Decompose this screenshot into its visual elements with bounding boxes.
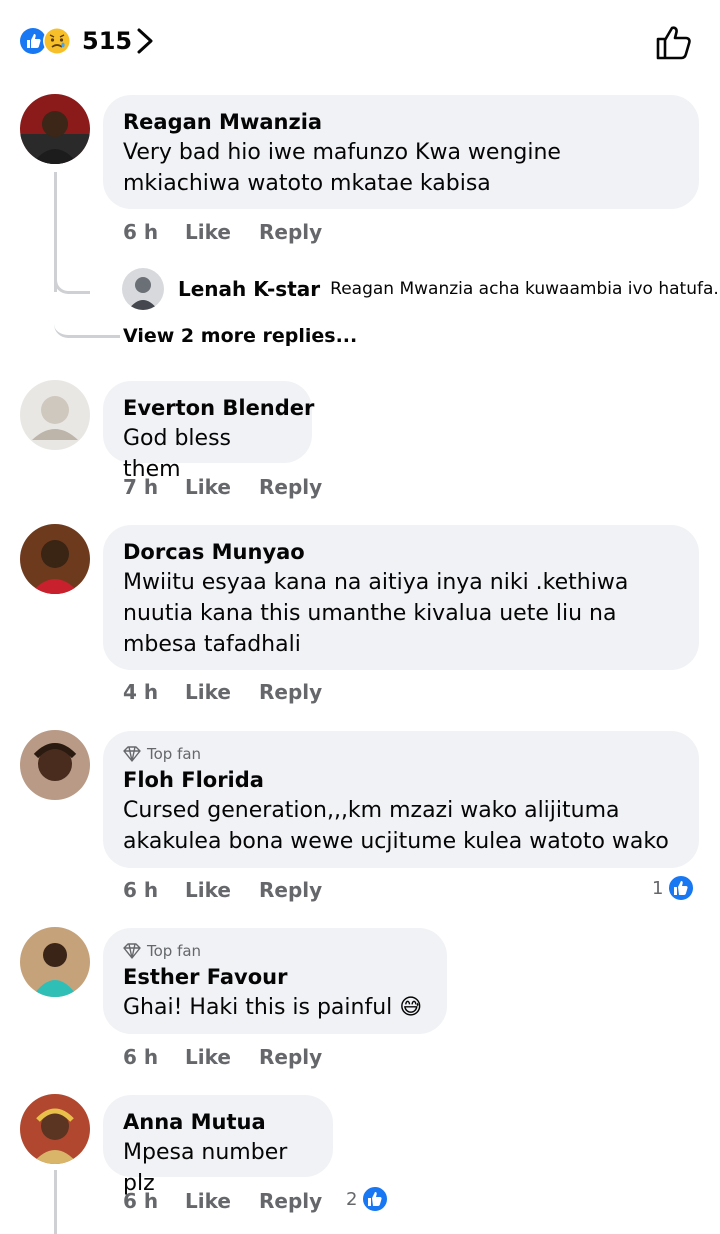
comment-bubble[interactable]: Top fan Esther Favour Ghai! Haki this is… xyxy=(103,928,447,1034)
like-button-icon[interactable] xyxy=(654,22,694,62)
avatar[interactable] xyxy=(20,1094,90,1164)
like-reaction-icon xyxy=(361,1185,390,1213)
like-link[interactable]: Like xyxy=(185,220,259,244)
like-reaction-icon xyxy=(667,874,696,902)
top-fan-label: Top fan xyxy=(147,942,202,960)
commenter-name[interactable]: Anna Mutua xyxy=(123,1107,313,1137)
diamond-icon xyxy=(123,746,141,762)
reaction-icons[interactable] xyxy=(20,26,80,56)
comment-text: Cursed generation,,,km mzazi wako alijit… xyxy=(123,798,669,854)
avatar[interactable] xyxy=(20,730,90,800)
comment-bubble[interactable]: Dorcas Munyao Mwiitu esyaa kana na aitiy… xyxy=(103,525,699,670)
like-link[interactable]: Like xyxy=(185,680,259,704)
reactions-bar: 515 xyxy=(0,0,720,84)
comment-actions: 7 h Like Reply xyxy=(123,475,322,499)
avatar[interactable] xyxy=(20,380,90,450)
commenter-name[interactable]: Everton Blender xyxy=(123,393,314,423)
chevron-right-icon[interactable] xyxy=(134,27,156,55)
comment-actions: 6 h Like Reply xyxy=(123,1045,322,1069)
comment-time[interactable]: 7 h xyxy=(123,475,185,499)
like-link[interactable]: Like xyxy=(185,878,259,902)
diamond-icon xyxy=(123,943,141,959)
like-link[interactable]: Like xyxy=(185,1189,259,1213)
avatar[interactable] xyxy=(122,268,164,310)
thread-line xyxy=(54,1170,57,1234)
commenter-name[interactable]: Floh Florida xyxy=(123,765,679,795)
avatar[interactable] xyxy=(20,927,90,997)
comment-time[interactable]: 6 h xyxy=(123,220,185,244)
comment-actions: 6 h Like Reply xyxy=(123,220,322,244)
thread-elbow xyxy=(54,260,90,294)
like-reaction-icon xyxy=(20,28,46,54)
commenter-name[interactable]: Esther Favour xyxy=(123,962,427,992)
top-fan-label: Top fan xyxy=(147,745,202,763)
comment-bubble[interactable]: Anna Mutua Mpesa number plz xyxy=(103,1095,333,1196)
commenter-name[interactable]: Reagan Mwanzia xyxy=(123,107,679,137)
comment-time[interactable]: 4 h xyxy=(123,680,185,704)
top-fan-badge: Top fan xyxy=(123,743,679,765)
comment-reaction-count[interactable]: 1 xyxy=(652,874,696,902)
reaction-count[interactable]: 515 xyxy=(82,27,132,55)
comment-text: Ghai! Haki this is painful 😅 xyxy=(123,995,423,1020)
reply-link[interactable]: Reply xyxy=(259,878,322,902)
comment-text: Very bad hio iwe mafunzo Kwa wengine mki… xyxy=(123,140,561,196)
commenter-name[interactable]: Dorcas Munyao xyxy=(123,537,679,567)
comment-bubble[interactable]: Everton Blender God bless them xyxy=(103,381,314,482)
top-fan-badge: Top fan xyxy=(123,940,427,962)
comment-actions: 6 h Like Reply xyxy=(123,1189,322,1213)
comment-reaction-count[interactable]: 2 xyxy=(346,1185,390,1213)
comment-actions: 6 h Like Reply xyxy=(123,878,322,902)
reply-preview[interactable]: Lenah K-star Reagan Mwanzia acha kuwaamb… xyxy=(122,268,720,310)
reply-link[interactable]: Reply xyxy=(259,680,322,704)
comment-actions: 4 h Like Reply xyxy=(123,680,322,704)
comment-text: Mwiitu esyaa kana na aitiya inya niki .k… xyxy=(123,570,629,657)
reaction-number: 1 xyxy=(652,877,664,899)
reply-text: Reagan Mwanzia acha kuwaambia ivo hatufa… xyxy=(330,279,720,299)
reply-link[interactable]: Reply xyxy=(259,1189,322,1213)
comment-time[interactable]: 6 h xyxy=(123,878,185,902)
sad-reaction-icon xyxy=(43,27,71,55)
reply-link[interactable]: Reply xyxy=(259,220,322,244)
comment-bubble[interactable]: Top fan Floh Florida Cursed generation,,… xyxy=(103,731,699,868)
comment-time[interactable]: 6 h xyxy=(123,1045,185,1069)
reply-author[interactable]: Lenah K-star xyxy=(178,277,320,301)
like-link[interactable]: Like xyxy=(185,1045,259,1069)
like-link[interactable]: Like xyxy=(185,475,259,499)
view-more-replies-link[interactable]: View 2 more replies... xyxy=(123,325,357,347)
comment-bubble[interactable]: Reagan Mwanzia Very bad hio iwe mafunzo … xyxy=(103,95,699,209)
thread-elbow xyxy=(54,292,120,338)
comment-time[interactable]: 6 h xyxy=(123,1189,185,1213)
reaction-number: 2 xyxy=(346,1188,358,1210)
avatar[interactable] xyxy=(20,524,90,594)
reply-link[interactable]: Reply xyxy=(259,1045,322,1069)
reply-link[interactable]: Reply xyxy=(259,475,322,499)
avatar[interactable] xyxy=(20,94,90,164)
